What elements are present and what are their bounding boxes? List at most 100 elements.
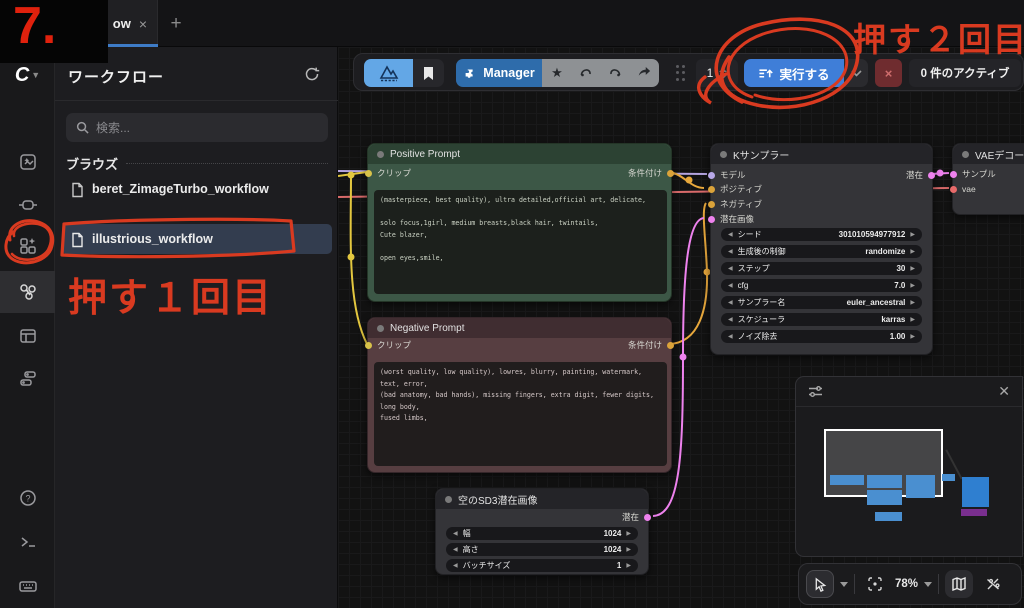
drag-handle[interactable]: [676, 65, 688, 82]
node-header[interactable]: Negative Prompt: [368, 318, 671, 338]
widget-value[interactable]: 1: [617, 561, 621, 570]
toggle-links-button[interactable]: [979, 570, 1007, 598]
sidebar-item-model-library[interactable]: [0, 225, 55, 267]
output-port-latent[interactable]: 潜在: [622, 511, 651, 523]
close-icon[interactable]: ✕: [998, 383, 1010, 400]
display-options-icon[interactable]: [808, 384, 823, 399]
widget-value[interactable]: euler_ancestral: [847, 298, 906, 307]
output-port-conditioning[interactable]: 条件付け: [628, 339, 674, 351]
bell-icon[interactable]: [601, 64, 630, 83]
refresh-icon[interactable]: [304, 66, 320, 82]
bookmark-button[interactable]: [413, 59, 444, 87]
widget-value[interactable]: randomize: [865, 247, 905, 256]
collapse-dot-icon[interactable]: [377, 151, 384, 158]
increment-arrow-icon[interactable]: ▶: [910, 266, 915, 272]
decrement-arrow-icon[interactable]: ◀: [728, 249, 733, 255]
node-empty-sd3-latent[interactable]: 空のSD3潜在画像 潜在 ◀幅1024▶ ◀高さ1024▶ ◀バッチサイズ1▶: [435, 488, 649, 575]
node-ksampler[interactable]: Kサンプラー モデル ポジティブ ネガティブ 潜在画像 潜在 ◀シード30101…: [710, 143, 933, 355]
tab-close-icon[interactable]: ×: [139, 16, 147, 32]
prompt-textarea[interactable]: (masterpiece, best quality), ultra detai…: [374, 190, 667, 294]
prompt-textarea[interactable]: (worst quality, low quality), lowres, bl…: [374, 362, 667, 466]
widget-value[interactable]: karras: [881, 315, 905, 324]
collapse-dot-icon[interactable]: [720, 151, 727, 158]
sidebar-item-workflows[interactable]: [0, 271, 55, 313]
decrement-arrow-icon[interactable]: ◀: [453, 563, 458, 569]
widget-control-after-generate[interactable]: ◀生成後の制御randomize▶: [721, 245, 922, 258]
workflow-overview-button[interactable]: [364, 59, 413, 87]
widget-value[interactable]: 1.00: [890, 332, 906, 341]
zoom-level[interactable]: 78%: [895, 578, 918, 590]
node-header[interactable]: 空のSD3潜在画像: [436, 489, 648, 509]
widget-denoise[interactable]: ◀ノイズ除去1.00▶: [721, 330, 922, 343]
decrement-arrow-icon[interactable]: ◀: [728, 300, 733, 306]
decrement-arrow-icon[interactable]: ◀: [453, 547, 458, 553]
widget-sampler-name[interactable]: ◀サンプラー名euler_ancestral▶: [721, 296, 922, 309]
batch-count-value[interactable]: 1: [707, 66, 714, 80]
bell-icon[interactable]: [572, 64, 601, 83]
input-port-clip[interactable]: クリップ: [365, 339, 411, 351]
sidebar-item-gallery[interactable]: [0, 141, 55, 183]
widget-steps[interactable]: ◀ステップ30▶: [721, 262, 922, 275]
minimap-viewport-area[interactable]: [796, 407, 1022, 556]
widget-scheduler[interactable]: ◀スケジューラkarras▶: [721, 313, 922, 326]
collapse-dot-icon[interactable]: [377, 325, 384, 332]
widget-value[interactable]: 30: [896, 264, 905, 273]
widget-value[interactable]: 1024: [604, 529, 622, 538]
active-jobs-status[interactable]: 0 件のアクティブ: [909, 59, 1021, 87]
increment-arrow-icon[interactable]: ▶: [910, 249, 915, 255]
decrement-arrow-icon[interactable]: ◀: [728, 232, 733, 238]
decrement-arrow-icon[interactable]: ◀: [728, 317, 733, 323]
node-header[interactable]: Kサンプラー: [711, 144, 932, 164]
increment-arrow-icon[interactable]: ▶: [910, 283, 915, 289]
widget-cfg[interactable]: ◀cfg7.0▶: [721, 279, 922, 292]
batch-count-input[interactable]: 1: [696, 59, 738, 87]
run-button[interactable]: 実行する: [744, 59, 844, 87]
collapse-dot-icon[interactable]: [962, 151, 969, 158]
input-port-samples[interactable]: サンプル: [950, 168, 996, 180]
input-port-negative[interactable]: ネガティブ: [708, 198, 762, 210]
input-port-clip[interactable]: クリップ: [365, 167, 411, 179]
workflow-list-item[interactable]: beret_ZimageTurbo_workflow: [62, 177, 332, 202]
sidebar-item-layout[interactable]: [0, 315, 55, 357]
decrement-arrow-icon[interactable]: ◀: [728, 334, 733, 340]
increment-arrow-icon[interactable]: ▶: [626, 563, 631, 569]
input-port-model[interactable]: モデル: [708, 169, 746, 181]
node-header[interactable]: VAEデコード: [953, 144, 1024, 164]
batch-count-spinner[interactable]: [719, 68, 727, 79]
sidebar-item-pipeline[interactable]: [0, 184, 55, 226]
increment-arrow-icon[interactable]: ▶: [910, 334, 915, 340]
share-arrow-icon[interactable]: [630, 64, 659, 82]
sidebar-item-help[interactable]: ?: [0, 477, 55, 519]
increment-arrow-icon[interactable]: ▶: [626, 547, 631, 553]
decrement-arrow-icon[interactable]: ◀: [728, 283, 733, 289]
increment-arrow-icon[interactable]: ▶: [910, 317, 915, 323]
fit-view-button[interactable]: [861, 570, 889, 598]
widget-seed[interactable]: ◀シード301010594977912▶: [721, 228, 922, 241]
widget-value[interactable]: 301010594977912: [839, 230, 906, 239]
minimap-toggle-button[interactable]: [945, 570, 973, 598]
pointer-tool-button[interactable]: [806, 570, 834, 598]
spinner-down-icon[interactable]: [719, 75, 727, 79]
workflow-list-item-selected[interactable]: illustrious_workflow: [62, 224, 332, 254]
widget-value[interactable]: 1024: [604, 545, 622, 554]
run-options-chevron[interactable]: [844, 59, 868, 87]
node-positive-prompt[interactable]: Positive Prompt クリップ 条件付け (masterpiece, …: [367, 143, 672, 302]
zoom-chevron-icon[interactable]: [924, 582, 932, 587]
node-header[interactable]: Positive Prompt: [368, 144, 671, 164]
increment-arrow-icon[interactable]: ▶: [910, 300, 915, 306]
sidebar-item-node-templates[interactable]: [0, 357, 55, 399]
new-tab-button[interactable]: +: [164, 12, 188, 36]
increment-arrow-icon[interactable]: ▶: [626, 531, 631, 537]
input-port-positive[interactable]: ポジティブ: [708, 183, 762, 195]
increment-arrow-icon[interactable]: ▶: [910, 232, 915, 238]
spinner-up-icon[interactable]: [719, 68, 727, 72]
sidebar-item-keyboard[interactable]: [0, 565, 55, 607]
output-port-conditioning[interactable]: 条件付け: [628, 167, 674, 179]
manager-button[interactable]: Manager: [456, 59, 542, 87]
widget-batch-size[interactable]: ◀バッチサイズ1▶: [446, 559, 638, 572]
input-port-latent-image[interactable]: 潜在画像: [708, 213, 754, 225]
decrement-arrow-icon[interactable]: ◀: [453, 531, 458, 537]
widget-height[interactable]: ◀高さ1024▶: [446, 543, 638, 556]
node-vae-decode[interactable]: VAEデコード サンプル vae: [952, 143, 1024, 215]
decrement-arrow-icon[interactable]: ◀: [728, 266, 733, 272]
